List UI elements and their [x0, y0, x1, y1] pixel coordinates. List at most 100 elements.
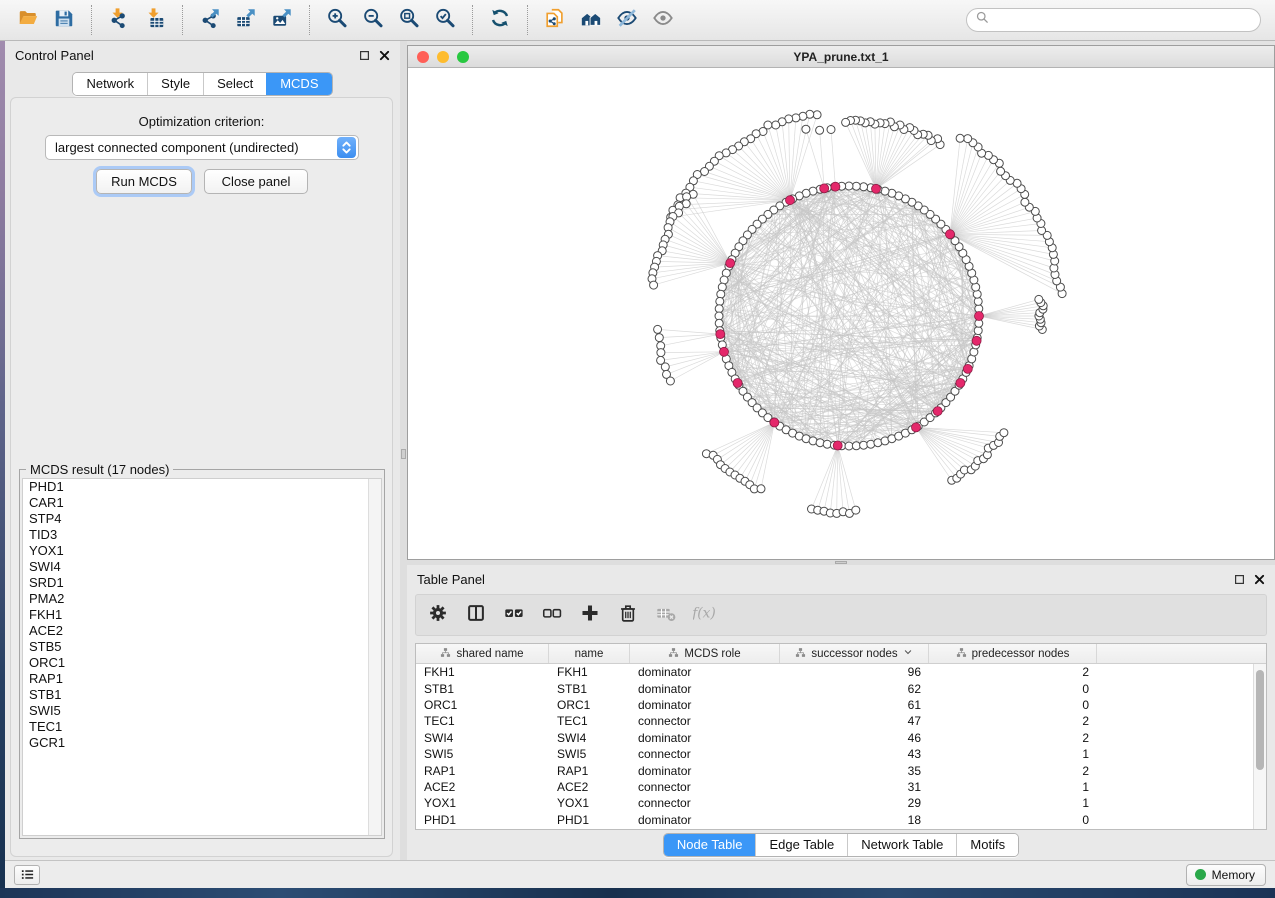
- network-node[interactable]: [1000, 429, 1008, 437]
- tab-motifs[interactable]: Motifs: [956, 834, 1018, 856]
- mcds-result-item[interactable]: SWI5: [23, 703, 381, 719]
- table-row[interactable]: PHD1PHD1dominator180: [416, 812, 1253, 828]
- mcds-node[interactable]: [720, 347, 729, 356]
- network-node[interactable]: [845, 442, 853, 450]
- close-panel-icon[interactable]: [1254, 574, 1265, 585]
- mcds-node[interactable]: [716, 330, 725, 339]
- close-panel-button[interactable]: Close panel: [204, 169, 308, 194]
- network-node[interactable]: [717, 290, 725, 298]
- mcds-node[interactable]: [972, 336, 981, 345]
- table-row[interactable]: STB1STB1dominator620: [416, 680, 1253, 696]
- criterion-dropdown[interactable]: largest connected component (undirected): [45, 135, 359, 160]
- mcds-node[interactable]: [912, 423, 921, 432]
- mcds-node[interactable]: [975, 312, 984, 321]
- mcds-result-list[interactable]: PHD1CAR1STP4TID3YOX1SWI4SRD1PMA2FKH1ACE2…: [22, 478, 382, 836]
- node-table[interactable]: shared namenameMCDS rolesuccessor nodesp…: [415, 643, 1267, 830]
- mcds-node[interactable]: [956, 379, 965, 388]
- network-node[interactable]: [816, 126, 824, 134]
- table-row[interactable]: SWI5SWI5connector431: [416, 746, 1253, 762]
- table-row[interactable]: ACE2ACE2connector311: [416, 779, 1253, 795]
- mcds-result-item[interactable]: SWI4: [23, 559, 381, 575]
- mcds-node[interactable]: [786, 196, 795, 205]
- select-all-button[interactable]: [496, 598, 531, 632]
- network-canvas[interactable]: [408, 68, 1274, 559]
- mcds-node[interactable]: [872, 184, 881, 193]
- table-row[interactable]: RAP1RAP1dominator352: [416, 762, 1253, 778]
- import-network-button[interactable]: [101, 4, 137, 36]
- table-scrollbar-thumb[interactable]: [1256, 670, 1264, 770]
- duplicate-network-button[interactable]: [537, 4, 573, 36]
- run-mcds-button[interactable]: Run MCDS: [96, 169, 192, 194]
- window-maximize-button[interactable]: [457, 51, 469, 63]
- network-node[interactable]: [964, 135, 972, 143]
- mcds-result-item[interactable]: ACE2: [23, 623, 381, 639]
- tab-mcds[interactable]: MCDS: [266, 73, 331, 95]
- mcds-result-item[interactable]: TID3: [23, 527, 381, 543]
- network-node[interactable]: [852, 442, 860, 450]
- table-row[interactable]: FKH1FKH1dominator962: [416, 664, 1253, 680]
- mcds-node[interactable]: [946, 230, 955, 239]
- search-box[interactable]: [966, 8, 1261, 32]
- network-node[interactable]: [650, 281, 658, 289]
- table-scrollbar[interactable]: [1253, 664, 1266, 829]
- network-node[interactable]: [802, 125, 810, 133]
- export-image-button[interactable]: [264, 4, 300, 36]
- float-panel-icon[interactable]: [359, 50, 370, 61]
- float-panel-icon[interactable]: [1234, 574, 1245, 585]
- memory-button[interactable]: Memory: [1186, 864, 1266, 886]
- mcds-result-item[interactable]: GCR1: [23, 735, 381, 751]
- deselect-all-button[interactable]: [534, 598, 569, 632]
- network-node[interactable]: [715, 319, 723, 327]
- network-node[interactable]: [715, 312, 723, 320]
- network-node[interactable]: [842, 118, 850, 126]
- network-node[interactable]: [827, 126, 835, 134]
- window-close-button[interactable]: [417, 51, 429, 63]
- mcds-result-item[interactable]: STB1: [23, 687, 381, 703]
- network-node[interactable]: [715, 305, 723, 313]
- mcds-node[interactable]: [933, 407, 942, 416]
- refresh-button[interactable]: [482, 4, 518, 36]
- zoom-in-button[interactable]: [319, 4, 355, 36]
- table-row[interactable]: YOX1YOX1connector291: [416, 795, 1253, 811]
- mcds-result-item[interactable]: STB5: [23, 639, 381, 655]
- mcds-result-item[interactable]: CAR1: [23, 495, 381, 511]
- add-column-button[interactable]: [572, 598, 607, 632]
- splitter-grip[interactable]: [835, 561, 847, 564]
- table-row[interactable]: SWI4SWI4dominator462: [416, 730, 1253, 746]
- network-node[interactable]: [654, 325, 662, 333]
- show-all-button[interactable]: [645, 4, 681, 36]
- zoom-out-button[interactable]: [355, 4, 391, 36]
- network-node[interactable]: [974, 327, 982, 335]
- network-node[interactable]: [716, 297, 724, 305]
- network-node[interactable]: [1021, 198, 1029, 206]
- column-header-successor-nodes[interactable]: successor nodes: [780, 644, 929, 663]
- close-panel-icon[interactable]: [379, 50, 390, 61]
- hide-selected-button[interactable]: [609, 4, 645, 36]
- tab-style[interactable]: Style: [147, 73, 203, 95]
- column-header-shared-name[interactable]: shared name: [416, 644, 549, 663]
- mcds-node[interactable]: [833, 441, 842, 450]
- network-node[interactable]: [666, 377, 674, 385]
- table-settings-button[interactable]: [420, 598, 455, 632]
- search-input[interactable]: [996, 12, 1252, 28]
- tab-edge-table[interactable]: Edge Table: [755, 834, 847, 856]
- network-node[interactable]: [956, 134, 964, 142]
- network-node[interactable]: [757, 485, 765, 493]
- export-network-button[interactable]: [192, 4, 228, 36]
- mcds-result-item[interactable]: RAP1: [23, 671, 381, 687]
- first-neighbors-button[interactable]: [573, 4, 609, 36]
- mcds-node[interactable]: [820, 184, 829, 193]
- splitter-grip[interactable]: [401, 449, 406, 459]
- network-node[interactable]: [657, 349, 665, 357]
- network-node[interactable]: [997, 167, 1005, 175]
- mcds-result-item[interactable]: ORC1: [23, 655, 381, 671]
- network-node[interactable]: [860, 183, 868, 191]
- network-node[interactable]: [845, 182, 853, 190]
- save-session-button[interactable]: [46, 4, 82, 36]
- mcds-result-item[interactable]: YOX1: [23, 543, 381, 559]
- mcds-result-item[interactable]: PHD1: [23, 479, 381, 495]
- mcds-node[interactable]: [726, 259, 735, 268]
- network-node[interactable]: [1035, 295, 1043, 303]
- mcds-node[interactable]: [733, 379, 742, 388]
- open-file-button[interactable]: [10, 4, 46, 36]
